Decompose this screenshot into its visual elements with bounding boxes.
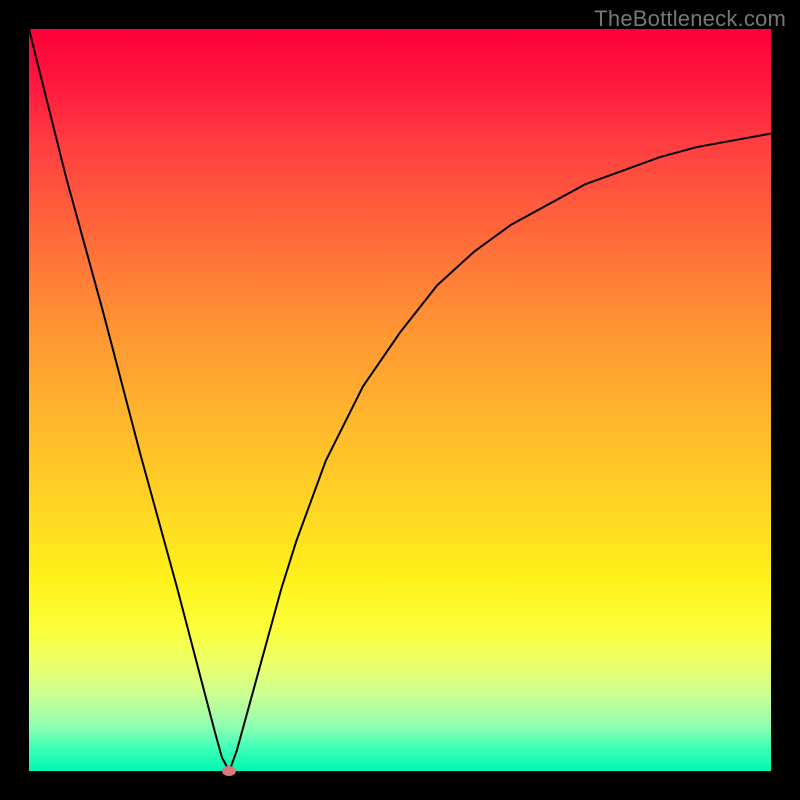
chart-frame: TheBottleneck.com	[0, 0, 800, 800]
bottleneck-curve	[29, 29, 771, 771]
curve-path	[29, 29, 771, 771]
min-marker	[222, 766, 236, 776]
plot-area	[29, 29, 771, 771]
